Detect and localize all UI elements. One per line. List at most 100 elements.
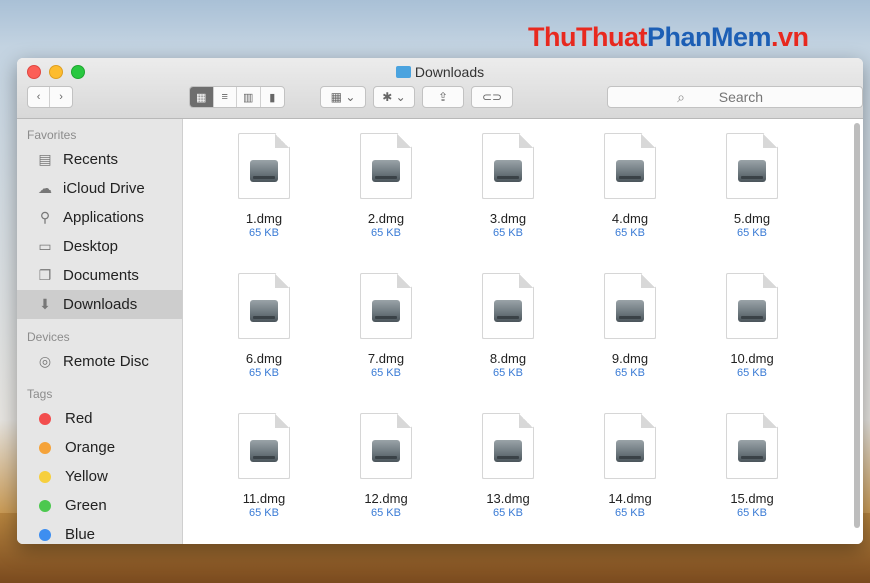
- disk-image-icon: [360, 273, 412, 339]
- recents-icon: ▤: [38, 151, 52, 167]
- file-name: 10.dmg: [730, 351, 774, 366]
- sidebar-item-label: Applications: [63, 209, 144, 226]
- view-mode-selector: ▦ ≡ ▥ ▮: [189, 86, 285, 108]
- sidebar-tag-blue[interactable]: Blue: [17, 520, 182, 544]
- tags-button[interactable]: ⊂⊃: [471, 86, 513, 108]
- sidebar-item-recents[interactable]: ▤ Recents: [17, 145, 182, 174]
- sidebar-item-remote-disc[interactable]: ◎ Remote Disc: [17, 347, 182, 376]
- disk-image-icon: [360, 413, 412, 479]
- list-view-button[interactable]: ≡: [214, 87, 237, 107]
- back-button[interactable]: ‹: [28, 87, 51, 107]
- watermark-part-3: .vn: [771, 22, 809, 52]
- sidebar-item-label: Downloads: [63, 296, 138, 313]
- cloud-icon: ☁: [38, 180, 52, 196]
- file-item[interactable]: 8.dmg 65 KB: [447, 269, 569, 409]
- title-bar: Downloads ‹ › ▦ ≡ ▥ ▮ ▦ ⌄ ✱ ⌄ ⇪ ⊂⊃ ⌕ Sea…: [17, 58, 863, 119]
- share-button[interactable]: ⇪: [422, 86, 464, 108]
- column-view-button[interactable]: ▥: [237, 87, 261, 107]
- disk-image-icon: [238, 273, 290, 339]
- sidebar-item-label: iCloud Drive: [63, 180, 145, 197]
- sidebar-item-icloud-drive[interactable]: ☁ iCloud Drive: [17, 174, 182, 203]
- file-item[interactable]: 7.dmg 65 KB: [325, 269, 447, 409]
- file-item[interactable]: 2.dmg 65 KB: [325, 129, 447, 269]
- file-item[interactable]: 13.dmg 65 KB: [447, 409, 569, 544]
- toolbar: ‹ › ▦ ≡ ▥ ▮ ▦ ⌄ ✱ ⌄ ⇪ ⊂⊃ ⌕: [17, 86, 863, 110]
- disk-image-icon: [604, 273, 656, 339]
- window-title: Downloads: [17, 64, 863, 80]
- file-item[interactable]: 6.dmg 65 KB: [203, 269, 325, 409]
- group-by-button[interactable]: ▦ ⌄: [320, 86, 366, 108]
- file-item[interactable]: 10.dmg 65 KB: [691, 269, 813, 409]
- share-icon: ⇪: [437, 90, 449, 104]
- icon-view-button[interactable]: ▦: [190, 87, 214, 107]
- gallery-view-button[interactable]: ▮: [261, 87, 284, 107]
- sidebar-item-documents[interactable]: ❐ Documents: [17, 261, 182, 290]
- sidebar-tag-green[interactable]: Green: [17, 491, 182, 520]
- sidebar: Favorites ▤ Recents ☁ iCloud Drive ⚲ Applicat…: [17, 119, 194, 544]
- disc-icon: ◎: [38, 353, 52, 369]
- file-size: 65 KB: [615, 227, 645, 239]
- action-button[interactable]: ✱ ⌄: [373, 86, 415, 108]
- columns-icon: ▥: [243, 91, 254, 104]
- gear-icon: ✱: [382, 90, 393, 104]
- disk-image-icon: [360, 133, 412, 199]
- window-title-text: Downloads: [414, 64, 485, 80]
- file-item[interactable]: 11.dmg 65 KB: [203, 409, 325, 544]
- file-name: 4.dmg: [611, 211, 649, 226]
- search-icon: ⌕: [677, 88, 685, 105]
- file-name: 2.dmg: [367, 211, 405, 226]
- file-name: 1.dmg: [245, 211, 283, 226]
- file-item[interactable]: 1.dmg 65 KB: [203, 129, 325, 269]
- sidebar-tag-red[interactable]: Red: [17, 404, 182, 433]
- file-name: 9.dmg: [611, 351, 649, 366]
- tag-icon: ⊂⊃: [481, 90, 503, 104]
- file-name: 13.dmg: [486, 491, 530, 506]
- file-size: 65 KB: [249, 227, 279, 239]
- sidebar-tag-orange[interactable]: Orange: [17, 433, 182, 462]
- watermark-logo: ThuThuatPhanMem.vn: [528, 22, 809, 53]
- file-name: 3.dmg: [489, 211, 527, 226]
- file-item[interactable]: 9.dmg 65 KB: [569, 269, 691, 409]
- disk-image-icon: [482, 133, 534, 199]
- file-item[interactable]: 3.dmg 65 KB: [447, 129, 569, 269]
- sidebar-item-label: Remote Disc: [63, 353, 149, 370]
- tag-color-dot-icon: [39, 470, 51, 483]
- search-field[interactable]: ⌕: [607, 86, 863, 108]
- sidebar-header-devices: Devices: [27, 330, 70, 344]
- sidebar-item-downloads[interactable]: ⬇ Downloads: [17, 290, 182, 319]
- file-name: 12.dmg: [364, 491, 408, 506]
- tag-color-dot-icon: [39, 441, 51, 454]
- search-input[interactable]: [688, 88, 793, 106]
- tag-color-dot-icon: [39, 499, 51, 512]
- file-item[interactable]: 14.dmg 65 KB: [569, 409, 691, 544]
- list-icon: ≡: [221, 91, 228, 103]
- sidebar-item-label: Desktop: [63, 238, 119, 255]
- file-item[interactable]: 5.dmg 65 KB: [691, 129, 813, 269]
- file-size: 65 KB: [615, 507, 645, 519]
- sidebar-tag-yellow[interactable]: Yellow: [17, 462, 182, 491]
- file-item[interactable]: 15.dmg 65 KB: [691, 409, 813, 544]
- file-size: 65 KB: [493, 227, 523, 239]
- sidebar-item-applications[interactable]: ⚲ Applications: [17, 203, 182, 232]
- disk-image-icon: [726, 413, 778, 479]
- downloads-icon: ⬇: [39, 296, 51, 312]
- watermark-part-2: PhanMem: [646, 22, 772, 52]
- watermark-part-1: ThuThuat: [528, 22, 647, 52]
- forward-button[interactable]: ›: [50, 87, 72, 107]
- file-name: 7.dmg: [367, 351, 405, 366]
- file-size: 65 KB: [737, 507, 767, 519]
- icon-grid-icon: ▦: [196, 91, 207, 104]
- file-item[interactable]: 4.dmg 65 KB: [569, 129, 691, 269]
- disk-image-icon: [238, 413, 290, 479]
- sidebar-item-label: Recents: [63, 151, 119, 168]
- disk-image-icon: [726, 273, 778, 339]
- file-item[interactable]: 12.dmg 65 KB: [325, 409, 447, 544]
- sidebar-item-desktop[interactable]: ▭ Desktop: [17, 232, 182, 261]
- content-scrollbar[interactable]: [854, 123, 860, 528]
- file-grid: 1.dmg 65 KB 2.dmg 65 KB 3.dmg 65 KB 4.dmg 65 KB…: [203, 129, 813, 544]
- file-size: 65 KB: [371, 227, 401, 239]
- file-size: 65 KB: [493, 507, 523, 519]
- file-size: 65 KB: [249, 367, 279, 379]
- file-size: 65 KB: [615, 367, 645, 379]
- sidebar-header-tags: Tags: [27, 387, 53, 401]
